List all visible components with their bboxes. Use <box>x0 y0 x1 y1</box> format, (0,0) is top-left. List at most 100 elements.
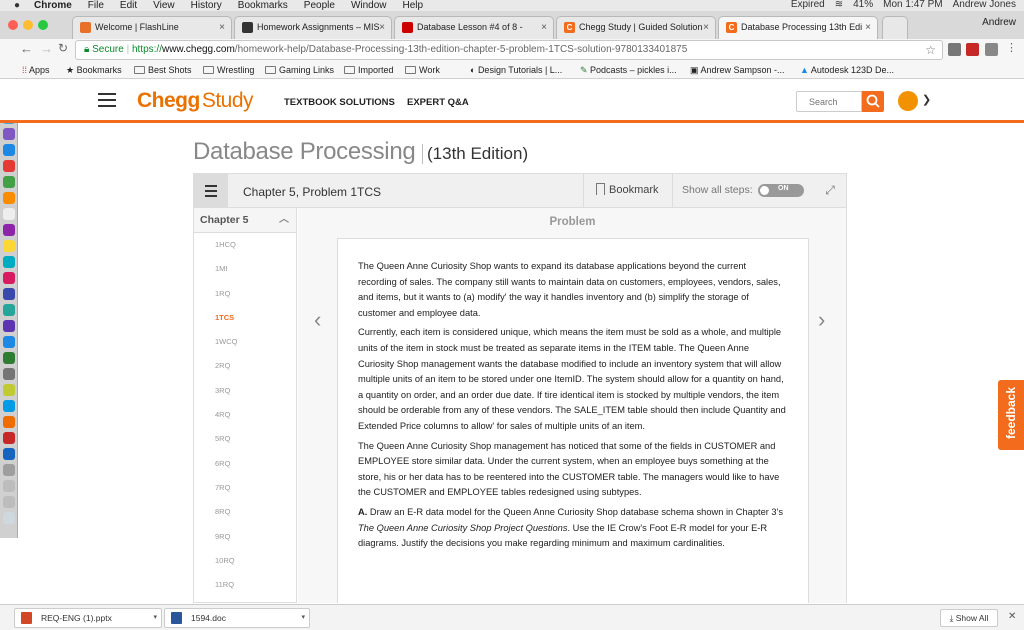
app-icon[interactable] <box>3 256 15 268</box>
list-item[interactable]: 8RQ <box>194 500 296 524</box>
back-arrow-icon[interactable]: ← <box>20 41 33 56</box>
app-icon[interactable] <box>3 384 15 396</box>
menu-window[interactable]: Window <box>351 0 387 11</box>
app-icon[interactable] <box>3 352 15 364</box>
app-icon[interactable] <box>3 416 15 428</box>
close-tab-icon[interactable]: × <box>379 17 385 38</box>
app-icon[interactable] <box>3 224 15 236</box>
menu-edit[interactable]: Edit <box>120 0 137 11</box>
chrome-menu-icon[interactable]: ⋮ <box>1006 41 1017 54</box>
minimize-window-button[interactable] <box>23 20 33 30</box>
search-input[interactable] <box>796 91 862 112</box>
bookmark-imported[interactable]: Imported <box>344 61 394 78</box>
apple-menu-icon[interactable]: ● <box>14 0 28 11</box>
list-item[interactable]: 1RQ <box>194 282 296 306</box>
show-all-steps-toggle[interactable]: ON <box>758 184 804 197</box>
feedback-tab[interactable]: feedback <box>998 380 1024 450</box>
wifi-icon[interactable]: ≋ <box>835 0 843 10</box>
list-item[interactable]: 1HCQ <box>194 233 296 257</box>
menu-file[interactable]: File <box>88 0 104 11</box>
expand-fullscreen-icon[interactable]: ⤢ <box>822 183 838 199</box>
list-item[interactable]: 11RQ <box>194 573 296 597</box>
bookmark-bookmarks[interactable]: ★ Bookmarks <box>66 61 122 78</box>
app-icon[interactable] <box>3 336 15 348</box>
list-item-active[interactable]: 1TCS <box>194 306 296 330</box>
app-icon[interactable] <box>3 320 15 332</box>
forward-arrow-icon[interactable]: → <box>40 41 53 56</box>
new-tab-button[interactable] <box>882 16 908 39</box>
battery-status[interactable]: 41% <box>853 0 873 10</box>
chevron-left-icon[interactable]: ‹ <box>314 308 328 332</box>
tab-homework[interactable]: Homework Assignments – MIS × <box>234 16 392 39</box>
close-tab-icon[interactable]: × <box>703 17 709 38</box>
list-item[interactable]: 10RQ <box>194 549 296 573</box>
app-icon[interactable] <box>3 128 15 140</box>
hamburger-menu-icon[interactable] <box>98 93 116 107</box>
download-item[interactable]: REQ-ENG (1).pptx ▾ <box>14 608 162 628</box>
chevron-down-icon[interactable]: ❯ <box>922 93 931 106</box>
list-item[interactable]: 1MI <box>194 257 296 281</box>
bookmark-design-tutorials[interactable]: ◐ Design Tutorials | L... <box>470 61 562 78</box>
expired-status[interactable]: Expired <box>791 0 825 10</box>
list-toggle-button[interactable] <box>194 174 228 207</box>
bookmark-apps[interactable]: ⁞⁞ Apps <box>22 61 50 78</box>
zoom-window-button[interactable] <box>38 20 48 30</box>
app-icon[interactable] <box>3 272 15 284</box>
app-icon[interactable] <box>3 400 15 412</box>
list-item[interactable]: 3RQ <box>194 379 296 403</box>
chrome-icon[interactable] <box>3 176 15 188</box>
tab-flashline[interactable]: Welcome | FlashLine × <box>72 16 232 39</box>
list-item[interactable]: 6RQ <box>194 452 296 476</box>
address-bar[interactable]: 🔒︎ Secure | https://www.chegg.com/homewo… <box>75 40 943 60</box>
menu-view[interactable]: View <box>153 0 175 11</box>
bookmark-star-icon[interactable]: ☆ <box>925 41 936 59</box>
app-icon[interactable] <box>3 160 15 172</box>
app-icon[interactable] <box>3 240 15 252</box>
chevron-up-icon[interactable]: ︿ <box>279 208 289 232</box>
bookmark-wrestling[interactable]: Wrestling <box>203 61 254 78</box>
bookmark-gaming-links[interactable]: Gaming Links <box>265 61 334 78</box>
list-item[interactable]: 1WCQ <box>194 330 296 354</box>
clock[interactable]: Mon 1:47 PM <box>883 0 942 10</box>
extension-icon[interactable] <box>985 43 998 56</box>
list-item[interactable]: 2RQ <box>194 354 296 378</box>
menu-people[interactable]: People <box>304 0 335 11</box>
nav-expert-qa[interactable]: EXPERT Q&A <box>407 97 469 108</box>
list-item[interactable]: 7RQ <box>194 476 296 500</box>
user-menu[interactable]: Andrew Jones <box>953 0 1016 10</box>
app-icon[interactable] <box>3 432 15 444</box>
bookmark-autodesk[interactable]: ▲ Autodesk 123D De... <box>800 61 894 78</box>
chevron-right-icon[interactable]: › <box>818 308 832 332</box>
folder-icon[interactable] <box>3 480 15 492</box>
extension-icon[interactable] <box>948 43 961 56</box>
safari-icon[interactable] <box>3 144 15 156</box>
bookmark-work[interactable]: Work <box>405 61 440 78</box>
download-item[interactable]: 1594.doc ▾ <box>164 608 310 628</box>
chevron-down-icon[interactable]: ▾ <box>301 609 305 627</box>
app-icon[interactable] <box>3 288 15 300</box>
close-tab-icon[interactable]: × <box>219 17 225 38</box>
calendar-extension-icon[interactable] <box>966 43 979 56</box>
app-icon[interactable] <box>3 368 15 380</box>
profile-name[interactable]: Andrew <box>982 17 1016 28</box>
app-icon[interactable] <box>3 464 15 476</box>
list-item[interactable]: 5RQ <box>194 427 296 451</box>
tab-chegg-guided[interactable]: C Chegg Study | Guided Solution × <box>556 16 716 39</box>
nav-textbook-solutions[interactable]: TEXTBOOK SOLUTIONS <box>284 97 395 108</box>
app-icon[interactable] <box>3 192 15 204</box>
list-item[interactable]: 9RQ <box>194 525 296 549</box>
app-menu[interactable]: Chrome <box>34 0 72 11</box>
trash-icon[interactable] <box>3 512 15 524</box>
list-item[interactable]: 4RQ <box>194 403 296 427</box>
bookmark-button[interactable]: Bookmark <box>583 174 673 207</box>
show-all-downloads-button[interactable]: ⤓ Show All <box>940 609 998 627</box>
bookmark-best-shots[interactable]: Best Shots <box>134 61 192 78</box>
chegg-study-logo[interactable]: CheggStudy <box>137 89 254 113</box>
tab-database-processing[interactable]: C Database Processing 13th Edi × <box>718 16 878 39</box>
search-button[interactable] <box>862 91 884 112</box>
reload-icon[interactable]: ↻ <box>58 41 68 55</box>
menu-bookmarks[interactable]: Bookmarks <box>238 0 288 11</box>
folder-icon[interactable] <box>3 496 15 508</box>
close-icon[interactable]: ✕ <box>1008 611 1016 622</box>
bookmark-andrew-sampson[interactable]: ▣ Andrew Sampson -... <box>690 61 785 78</box>
